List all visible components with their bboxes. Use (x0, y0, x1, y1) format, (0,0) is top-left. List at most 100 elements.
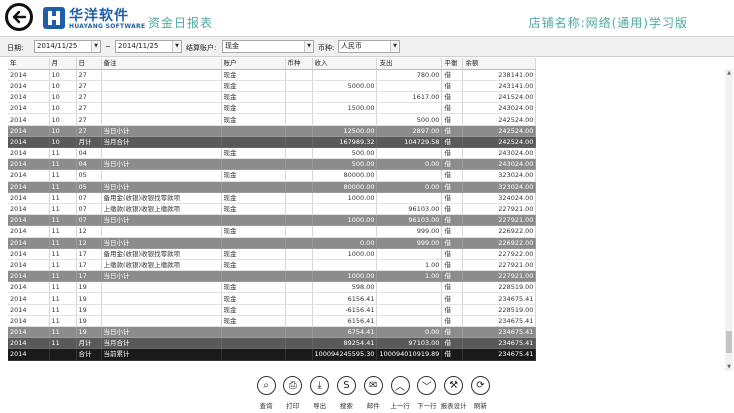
table-cell: 当前累计 (101, 348, 222, 361)
table-cell: 96103.00 (376, 203, 443, 216)
currency-label: 币种: (318, 44, 335, 52)
table-cell (101, 225, 222, 238)
daily-subtotal-row[interactable]: 2014 11 05 当日小计 80000.00 0.00 借 323024.00 (8, 181, 537, 193)
table-cell: 11 (49, 147, 77, 160)
currency-select[interactable]: 人民币 ▼ (338, 40, 400, 53)
table-row[interactable]: 2014 11 19 现金 598.00 借 228519.00 (8, 281, 537, 294)
scroll-up-icon[interactable]: ▲ (725, 69, 733, 77)
daily-subtotal-row[interactable]: 2014 11 12 当日小计 0.00 999.00 借 226922.00 (8, 237, 537, 249)
table-row[interactable]: 2014 11 19 现金 -6156.41 借 228519.00 (8, 304, 537, 316)
vertical-scrollbar[interactable]: ▲ ▼ (725, 69, 733, 371)
col-currency[interactable]: 币种 (285, 58, 313, 70)
table-cell: 2014 (8, 225, 50, 238)
prev-button[interactable]: ︿ 上一行 (387, 376, 413, 410)
table-row[interactable]: 2014 10 27 现金 500.00 借 242524.00 (8, 113, 537, 126)
table-row[interactable]: 2014 11 12 现金 999.00 借 226922.00 (8, 225, 537, 238)
table-cell: 备用金(收银)收银找零款项 (101, 248, 222, 260)
col-year[interactable]: 年 (8, 58, 50, 70)
col-month[interactable]: 月 (49, 58, 77, 70)
table-cell: 07 (76, 203, 102, 216)
next-button[interactable]: ﹀ 下一行 (414, 376, 440, 410)
table-cell: 11 (49, 225, 77, 238)
table-row[interactable]: 2014 10 27 现金 5000.00 借 243141.00 (8, 80, 537, 93)
account-select[interactable]: 现金 ▼ (222, 40, 314, 53)
table-cell: 07 (76, 192, 102, 204)
col-note[interactable]: 备注 (101, 58, 222, 70)
daily-subtotal-row[interactable]: 2014 11 07 当日小计 1000.00 96103.00 借 227921.00 (8, 214, 537, 227)
table-cell (101, 304, 222, 316)
col-account[interactable]: 账户 (221, 58, 286, 70)
logo-text: 华洋软件 (69, 8, 129, 24)
table-cell: 现金 (221, 91, 286, 104)
daily-subtotal-row[interactable]: 2014 11 19 当日小计 6754.41 0.00 借 234675.41 (8, 326, 537, 339)
table-row[interactable]: 2014 10 27 现金 780.00 借 238141.00 (8, 69, 537, 81)
table-cell: 10 (49, 113, 77, 126)
back-button[interactable] (5, 3, 33, 31)
chevron-down-icon[interactable]: ▼ (172, 41, 181, 52)
table-row[interactable]: 2014 11 17 备用金(收银)收银找零款项 现金 1000.00 借 227922.00 (8, 248, 537, 260)
daily-subtotal-row[interactable]: 2014 11 17 当日小计 1000.00 1.00 借 227921.00 (8, 270, 537, 283)
table-cell: 借 (441, 225, 464, 238)
table-row[interactable]: 2014 11 19 现金 6156.41 借 234675.41 (8, 292, 537, 305)
date-to-picker[interactable]: 2014/11/25 ▼ (115, 40, 182, 53)
table-cell: 11 (49, 326, 77, 339)
table-row[interactable]: 2014 10 27 现金 1500.00 借 243024.00 (8, 102, 537, 115)
table-cell: 合计 (76, 348, 102, 361)
table-cell: 0.00 (376, 326, 443, 339)
scroll-thumb[interactable] (726, 331, 732, 353)
table-cell: 80000.00 (312, 169, 378, 182)
table-cell: 27 (76, 91, 102, 104)
refresh-button[interactable]: ⟳ 刷新 (467, 376, 493, 410)
col-expense[interactable]: 支出 (376, 58, 443, 70)
grand-total-row[interactable]: 2014 合计 当前累计 100094245595.30 100094010919.89… (8, 348, 537, 361)
table-row[interactable]: 2014 11 05 现金 80000.00 借 323024.00 (8, 169, 537, 182)
daily-subtotal-row[interactable]: 2014 11 04 当日小计 500.00 0.00 借 243024.00 (8, 158, 537, 171)
col-balance[interactable]: 余额 (462, 58, 537, 70)
table-cell: 243024.00 (462, 158, 537, 171)
design-button[interactable]: ⚒ 报表设计 (441, 376, 467, 410)
refresh-icon-glyph: ⟳ (476, 380, 485, 391)
monthly-total-row[interactable]: 2014 10 月计 当月合计 167989.32 104729.58 借 242524.00 (8, 136, 537, 149)
col-income[interactable]: 收入 (312, 58, 378, 70)
daily-subtotal-row[interactable]: 2014 10 27 当日小计 12500.00 2897.00 借 242524.00 (8, 125, 537, 137)
table-cell (285, 192, 313, 204)
chevron-down-icon[interactable]: ▼ (390, 41, 399, 52)
bottom-toolbar: ⌕ 查询 ⎙ 打印 ⤓ 导出 S 搜索 ✉ 邮件 ︿ 上一行 ﹀ 下一行 ⚒ 报表设计 ⟳ 刷新 (0, 372, 734, 413)
export-button[interactable]: ⤓ 导出 (307, 376, 333, 410)
col-day[interactable]: 日 (76, 58, 102, 70)
table-cell (285, 203, 313, 216)
table-row[interactable]: 2014 11 19 现金 6156.41 借 234675.41 (8, 315, 537, 328)
print-button[interactable]: ⎙ 打印 (280, 376, 306, 410)
table-cell: 999.00 (376, 237, 443, 249)
table-cell: 现金 (221, 259, 286, 272)
table-row[interactable]: 2014 10 27 现金 1617.00 借 241524.00 (8, 91, 537, 104)
table-cell: 当日小计 (101, 270, 222, 283)
table-cell: 2014 (8, 270, 50, 283)
chevron-down-icon[interactable]: ▼ (304, 41, 313, 52)
table-cell (221, 181, 286, 193)
design-label: 报表设计 (440, 402, 467, 410)
table-cell: 2014 (8, 169, 50, 182)
table-cell: 现金 (221, 192, 286, 204)
date-from-picker[interactable]: 2014/11/25 ▼ (34, 40, 101, 53)
table-row[interactable]: 2014 11 07 上缴款(收银)收银上缴款项 现金 96103.00 借 227921.0… (8, 203, 537, 216)
table-cell: 11 (49, 304, 77, 316)
store-name: 店铺名称:网络(通用)学习版 (528, 16, 688, 30)
table-row[interactable]: 2014 11 07 备用金(收银)收银找零款项 现金 1000.00 借 324024.00 (8, 192, 537, 204)
scroll-down-icon[interactable]: ▼ (725, 363, 733, 371)
query-button[interactable]: ⌕ 查询 (253, 376, 279, 410)
col-balance-dir[interactable]: 平衡 (441, 58, 464, 70)
table-cell: 1000.00 (312, 248, 378, 260)
monthly-total-row[interactable]: 2014 11 月计 当月合计 89254.41 97103.00 借 234675.41 (8, 337, 537, 350)
table-cell: 12 (76, 237, 102, 249)
table-cell: 10 (49, 80, 77, 93)
search-button[interactable]: S 搜索 (333, 376, 359, 410)
table-row[interactable]: 2014 11 04 现金 500.00 借 243024.00 (8, 147, 537, 160)
table-cell (49, 348, 77, 361)
table-cell (285, 326, 313, 339)
table-row[interactable]: 2014 11 17 上缴款(收银)收银上缴款项 现金 1.00 借 227921.00 (8, 259, 537, 272)
table-cell: 现金 (221, 248, 286, 260)
chevron-down-icon[interactable]: ▼ (91, 41, 100, 52)
mail-button[interactable]: ✉ 邮件 (360, 376, 386, 410)
table-cell: 234675.41 (462, 292, 537, 305)
